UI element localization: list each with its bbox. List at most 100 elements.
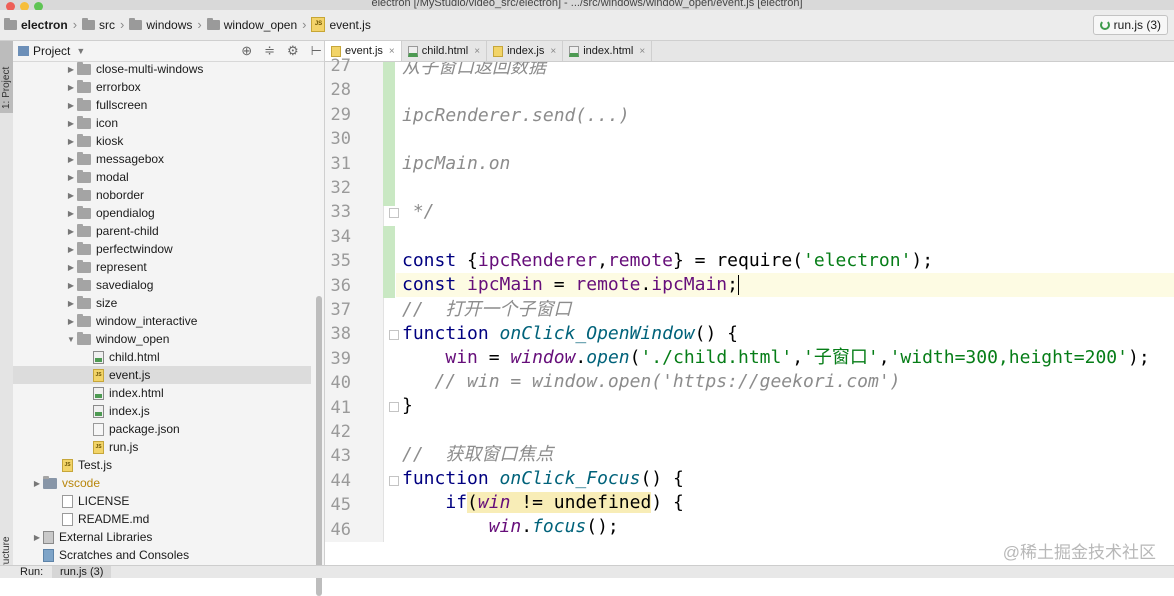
tree-file-test-js[interactable]: JS Test.js [13, 456, 311, 474]
tree-file-external-libraries[interactable]: ▶ External Libraries [13, 528, 311, 546]
tree-folder-close-multi-windows[interactable]: ▶ close-multi-windows [13, 62, 311, 78]
tree-folder-icon[interactable]: ▶ icon [13, 114, 311, 132]
chevron-right-icon[interactable]: ▶ [65, 263, 77, 272]
code-line-44: function onClick_Focus() { [402, 468, 684, 489]
js-file-icon: JS [93, 440, 104, 454]
code-line-43: // 获取窗口焦点 [402, 444, 554, 465]
tree-item-label: noborder [96, 188, 145, 202]
run-config-icon [1099, 20, 1110, 30]
tree-folder-modal[interactable]: ▶ modal [13, 168, 311, 186]
code-editor[interactable]: 从子窗口返回数据 ipcRenderer.send(...) ipcMain.o… [396, 62, 1174, 542]
project-tool-tab[interactable]: 1: Project [0, 41, 13, 113]
chevron-right-icon[interactable]: ▶ [65, 83, 77, 92]
run-tab[interactable]: run.js (3) [52, 566, 112, 578]
tree-item-label: fullscreen [96, 98, 148, 112]
tree-file-child-html[interactable]: child.html [13, 348, 311, 366]
collapse-all-icon[interactable]: ≑ [264, 43, 275, 59]
line-number: 29 [330, 104, 351, 125]
folder-icon [43, 475, 57, 489]
folder-icon [77, 331, 91, 345]
tree-folder-noborder[interactable]: ▶ noborder [13, 186, 311, 204]
project-scrollbar[interactable] [316, 296, 322, 596]
text-caret [737, 275, 739, 295]
chevron-down-icon[interactable]: ▼ [65, 335, 77, 344]
tree-item-label: icon [96, 116, 119, 130]
close-tab-icon[interactable]: × [474, 46, 480, 57]
tree-file-index-js[interactable]: index.js [13, 402, 311, 420]
chevron-right-icon: › [197, 17, 202, 32]
breadcrumb-item-event-js[interactable]: JS event.js [311, 17, 371, 32]
tree-file-readme-md[interactable]: README.md [13, 510, 311, 528]
tree-folder-opendialog[interactable]: ▶ opendialog [13, 204, 311, 222]
chevron-right-icon[interactable]: ▶ [65, 281, 77, 290]
chevron-right-icon[interactable]: ▶ [65, 173, 77, 182]
editor-tab-label: child.html [421, 45, 469, 57]
js-file-icon: JS [311, 17, 326, 32]
chevron-right-icon[interactable]: ▶ [65, 119, 77, 128]
tree-folder-represent[interactable]: ▶ represent [13, 258, 311, 276]
chevron-right-icon[interactable]: ▶ [65, 101, 77, 110]
chevron-right-icon[interactable]: ▶ [65, 209, 77, 218]
tree-file-run-js[interactable]: JS run.js [13, 438, 311, 456]
breadcrumb-item-electron[interactable]: electron [4, 17, 68, 32]
tree-folder-messagebox[interactable]: ▶ messagebox [13, 150, 311, 168]
chevron-right-icon[interactable]: ▶ [65, 317, 77, 326]
close-tab-icon[interactable]: × [389, 46, 395, 57]
project-view-selector[interactable]: Project [33, 44, 70, 58]
breadcrumb: electron › src › windows › window_open ›… [4, 17, 371, 32]
chevron-right-icon[interactable]: ▶ [65, 155, 77, 164]
line-number: 32 [330, 178, 351, 198]
code-line-37: // 打开一个子窗口 [402, 299, 572, 320]
chevron-right-icon[interactable]: ▶ [65, 137, 77, 146]
tree-folder-perfectwindow[interactable]: ▶ perfectwindow [13, 240, 311, 258]
chevron-right-icon[interactable]: ▶ [31, 479, 43, 488]
chevron-down-icon[interactable]: ▼ [76, 46, 85, 56]
tree-folder-savedialog[interactable]: ▶ savedialog [13, 276, 311, 294]
html-file-icon [93, 386, 104, 400]
tree-file-event-js[interactable]: JS event.js [13, 366, 311, 384]
tree-folder-kiosk[interactable]: ▶ kiosk [13, 132, 311, 150]
tree-folder-window-interactive[interactable]: ▶ window_interactive [13, 312, 311, 330]
chevron-right-icon[interactable]: ▶ [65, 65, 77, 74]
tree-folder-fullscreen[interactable]: ▶ fullscreen [13, 96, 311, 114]
breadcrumb-item-windows[interactable]: windows [129, 17, 192, 32]
scratches-icon [43, 548, 54, 562]
js-file-icon: JS [93, 368, 104, 382]
tree-file-license[interactable]: LICENSE [13, 492, 311, 510]
tree-folder-size[interactable]: ▶ size [13, 294, 311, 312]
tree-folder-window-open[interactable]: ▼ window_open [13, 330, 311, 348]
editor-tab-child-html[interactable]: child.html × [402, 41, 488, 61]
chevron-right-icon[interactable]: ▶ [65, 191, 77, 200]
navigation-bar: electron › src › windows › window_open ›… [0, 10, 1174, 41]
locate-icon[interactable]: ⊕ [241, 43, 252, 59]
close-tab-icon[interactable]: × [550, 46, 556, 57]
editor-tab-index-js[interactable]: index.js × [487, 41, 564, 61]
folder-icon [4, 17, 17, 30]
line-number: 38 [330, 324, 351, 345]
chevron-right-icon[interactable]: ▶ [65, 299, 77, 308]
editor-tab-label: index.js [507, 45, 545, 57]
chevron-right-icon[interactable]: ▶ [65, 227, 77, 236]
js-file-icon: JS [62, 458, 73, 472]
tree-item-label: size [96, 296, 118, 310]
tree-file-index-html[interactable]: index.html [13, 384, 311, 402]
line-number: 35 [330, 251, 351, 272]
tree-folder-errorbox[interactable]: ▶ errorbox [13, 78, 311, 96]
hide-panel-icon[interactable]: ⊢ [311, 43, 322, 59]
tree-file-scratches-and-consoles[interactable]: Scratches and Consoles [13, 546, 311, 564]
editor-tab-index-html[interactable]: index.html × [563, 41, 653, 61]
breadcrumb-item-window-open[interactable]: window_open [206, 17, 297, 32]
folder-icon [77, 169, 91, 183]
chevron-right-icon[interactable]: ▶ [31, 533, 43, 542]
tree-item-label: run.js [109, 440, 139, 454]
breadcrumb-item-src[interactable]: src [82, 17, 115, 32]
gear-icon[interactable]: ⚙ [287, 43, 299, 59]
run-configuration-selector[interactable]: run.js (3) [1092, 15, 1168, 35]
tree-folder-vscode[interactable]: ▶ vscode [13, 474, 311, 492]
close-tab-icon[interactable]: × [639, 46, 645, 57]
tree-folder-parent-child[interactable]: ▶ parent-child [13, 222, 311, 240]
tree-file-package-json[interactable]: package.json [13, 420, 311, 438]
tree-item-label: package.json [109, 422, 180, 436]
chevron-right-icon[interactable]: ▶ [65, 245, 77, 254]
chevron-right-icon: › [302, 17, 307, 32]
